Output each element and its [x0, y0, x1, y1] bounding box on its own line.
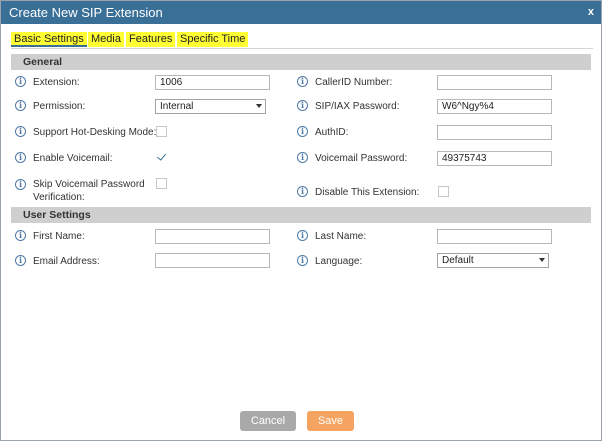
permission-label: Permission: — [33, 101, 86, 112]
chevron-down-icon — [256, 104, 262, 108]
disable-extension-info-icon[interactable]: i — [297, 186, 308, 197]
email-info-icon[interactable]: i — [15, 255, 26, 266]
tab-specific-time[interactable]: Specific Time — [177, 32, 249, 47]
section-header-general: General — [11, 54, 591, 70]
first-name-label: First Name: — [33, 231, 85, 242]
authid-label: AuthID: — [315, 127, 349, 138]
callerid-input[interactable] — [437, 75, 552, 90]
cancel-button[interactable]: Cancel — [240, 411, 296, 431]
dialog-title: Create New SIP Extension — [9, 5, 163, 20]
language-label: Language: — [315, 256, 363, 267]
voicemail-password-info-icon[interactable]: i — [297, 152, 308, 163]
email-label: Email Address: — [33, 256, 100, 267]
hot-desking-info-icon[interactable]: i — [15, 126, 26, 137]
create-sip-extension-dialog: Create New SIP Extension x Basic Setting… — [0, 0, 602, 441]
disable-extension-checkbox[interactable] — [438, 186, 449, 197]
skip-vm-password-info-icon[interactable]: i — [15, 179, 26, 190]
voicemail-password-input[interactable]: 49375743 — [437, 151, 552, 166]
extension-label: Extension: — [33, 77, 80, 88]
first-name-info-icon[interactable]: i — [15, 230, 26, 241]
dialog-titlebar: Create New SIP Extension x — [1, 1, 601, 24]
tab-basic-settings[interactable]: Basic Settings — [11, 32, 87, 47]
permission-info-icon[interactable]: i — [15, 100, 26, 111]
voicemail-label: Enable Voicemail: — [33, 153, 113, 164]
voicemail-info-icon[interactable]: i — [15, 152, 26, 163]
voicemail-password-label: Voicemail Password: — [315, 153, 408, 164]
chevron-down-icon — [539, 258, 545, 262]
email-input[interactable] — [155, 253, 270, 268]
sip-password-info-icon[interactable]: i — [297, 100, 308, 111]
authid-input[interactable] — [437, 125, 552, 140]
permission-select[interactable]: Internal — [155, 99, 266, 114]
close-icon[interactable]: x — [588, 6, 594, 18]
language-value: Default — [442, 255, 474, 266]
sip-password-label: SIP/IAX Password: — [315, 101, 400, 112]
hot-desking-label: Support Hot-Desking Mode: — [33, 127, 157, 138]
permission-value: Internal — [160, 101, 194, 112]
extension-info-icon[interactable]: i — [15, 76, 26, 87]
disable-extension-label: Disable This Extension: — [315, 187, 420, 198]
first-name-input[interactable] — [155, 229, 270, 244]
skip-vm-password-label: Skip Voicemail Password Verification: — [33, 179, 145, 203]
skip-vm-password-checkbox[interactable] — [156, 178, 167, 189]
voicemail-checkbox[interactable] — [156, 151, 167, 162]
tab-divider — [11, 48, 593, 49]
last-name-label: Last Name: — [315, 231, 367, 242]
extension-input[interactable]: 1006 — [155, 75, 270, 90]
sip-password-input[interactable]: W6^Ngy%4 — [437, 99, 552, 114]
checkmark-icon — [157, 151, 166, 161]
section-header-user-settings: User Settings — [11, 207, 591, 223]
hot-desking-checkbox[interactable] — [156, 126, 167, 137]
tab-features[interactable]: Features — [126, 32, 176, 47]
last-name-input[interactable] — [437, 229, 552, 244]
last-name-info-icon[interactable]: i — [297, 230, 308, 241]
callerid-label: CallerID Number: — [315, 77, 393, 88]
tab-media[interactable]: Media — [88, 32, 124, 47]
section-title-general: General — [23, 56, 63, 68]
callerid-info-icon[interactable]: i — [297, 76, 308, 87]
language-select[interactable]: Default — [437, 253, 549, 268]
section-title-user-settings: User Settings — [23, 209, 91, 221]
authid-info-icon[interactable]: i — [297, 126, 308, 137]
language-info-icon[interactable]: i — [297, 255, 308, 266]
save-button[interactable]: Save — [307, 411, 354, 431]
